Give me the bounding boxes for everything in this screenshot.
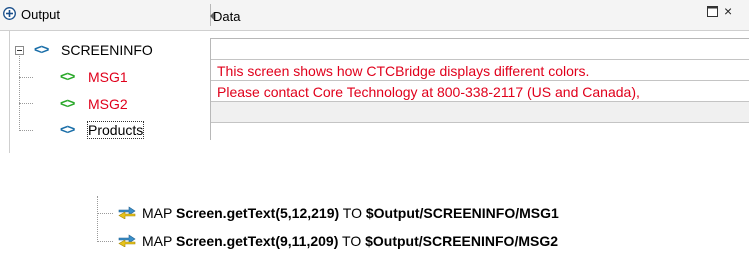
map-to-keyword: TO — [342, 233, 362, 249]
map-arrows-icon — [118, 206, 136, 219]
tree-node-screeninfo[interactable]: <> SCREENINFO — [0, 38, 210, 59]
map-source: Screen.getText(5,12,219) — [175, 205, 340, 221]
data-cell: This screen shows how CTCBridge displays… — [217, 63, 590, 79]
grid-row-products[interactable] — [211, 102, 749, 123]
tree-node-label: Products — [86, 121, 145, 139]
element-tag-icon: <> — [60, 95, 75, 111]
grid-row-screeninfo[interactable] — [211, 39, 749, 60]
data-grid: This screen shows how CTCBridge displays… — [210, 38, 749, 140]
map-keyword: MAP — [142, 233, 173, 249]
element-tag-icon: <> — [34, 41, 49, 57]
map-target: $Output/SCREENINFO/MSG2 — [365, 233, 559, 249]
tree-node-msg1[interactable]: <> MSG1 — [0, 64, 210, 85]
tree-node-msg2[interactable]: <> MSG2 — [0, 90, 210, 112]
close-icon[interactable]: × — [724, 4, 732, 18]
map-statement-row[interactable]: MAP Screen.getText(5,12,219) TO $Output/… — [0, 204, 749, 224]
panel-header: Output Data × — [0, 0, 749, 31]
tree-node-label: MSG1 — [88, 69, 128, 85]
add-icon[interactable] — [3, 7, 16, 20]
map-statement: MAP Screen.getText(9,11,209) TO $Output/… — [142, 233, 558, 249]
data-cell: Please contact Core Technology at 800-33… — [217, 84, 640, 100]
grid-row-msg2[interactable]: Please contact Core Technology at 800-33… — [211, 81, 749, 102]
map-target: $Output/SCREENINFO/MSG1 — [365, 205, 559, 221]
map-keyword: MAP — [142, 205, 173, 221]
map-to-keyword: TO — [342, 205, 362, 221]
tree-node-label: MSG2 — [88, 96, 128, 112]
tree-node-products[interactable]: <> Products — [0, 116, 210, 139]
output-column-header[interactable]: Output — [21, 7, 60, 22]
map-statement: MAP Screen.getText(5,12,219) TO $Output/… — [142, 205, 559, 221]
map-statement-row[interactable]: MAP Screen.getText(9,11,209) TO $Output/… — [0, 232, 749, 252]
data-column-header[interactable]: Data — [213, 9, 240, 24]
output-data-panel: Output Data × <> SCREENINFO <> MSG1 <> M… — [0, 0, 749, 153]
map-source: Screen.getText(9,11,209) — [175, 233, 339, 249]
collapse-icon[interactable] — [15, 46, 24, 55]
tree-node-label: SCREENINFO — [61, 42, 153, 58]
restore-icon[interactable] — [707, 6, 718, 17]
map-arrows-icon — [118, 234, 136, 247]
element-tag-icon: <> — [60, 68, 75, 84]
element-tag-icon: <> — [60, 121, 75, 137]
grid-row-msg1[interactable]: This screen shows how CTCBridge displays… — [211, 60, 749, 81]
